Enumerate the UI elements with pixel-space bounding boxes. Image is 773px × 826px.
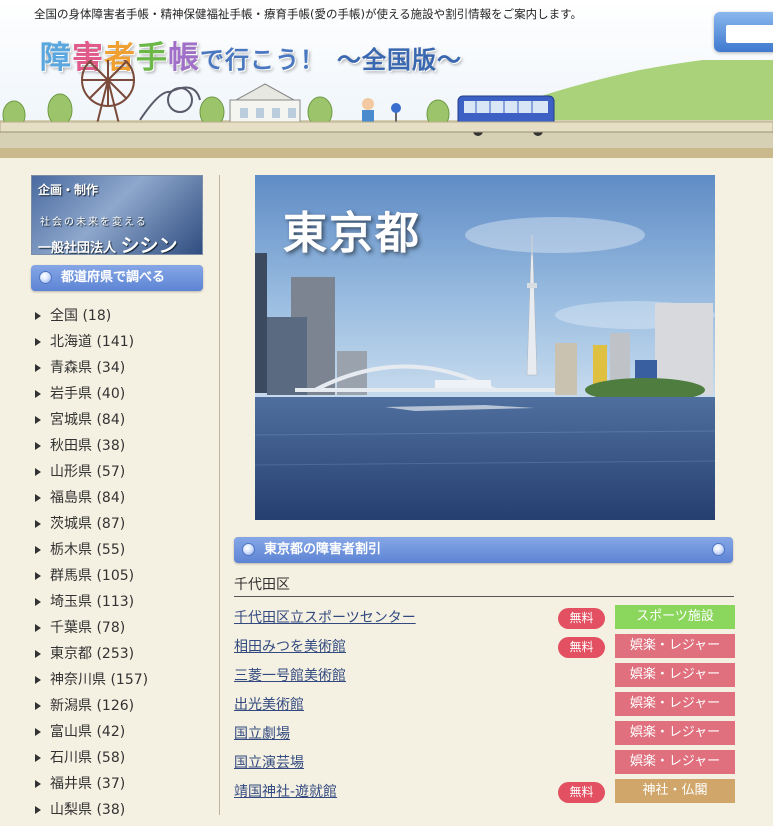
prefecture-header-label: 都道府県で調べる: [61, 270, 166, 285]
facility-row: 国立劇場 娯楽・レジャー: [234, 721, 735, 750]
discount-section-header: 東京都の障害者割引: [234, 537, 733, 563]
free-badge: 無料: [558, 608, 605, 629]
prefecture-link[interactable]: 神奈川県 (157): [31, 670, 203, 696]
prefecture-link[interactable]: 北海道 (141): [31, 332, 203, 358]
facility-link[interactable]: 靖国神社-遊就館: [234, 781, 337, 801]
column-divider: [219, 175, 220, 815]
category-tag[interactable]: スポーツ施設: [615, 605, 735, 629]
facility-row: 三菱一号館美術館 娯楽・レジャー: [234, 663, 735, 692]
prefecture-link[interactable]: 群馬県 (105): [31, 566, 203, 592]
prefecture-link[interactable]: 栃木県 (55): [31, 540, 203, 566]
hero-image: 東京都: [255, 175, 715, 520]
category-tag[interactable]: 娯楽・レジャー: [615, 750, 735, 774]
category-tag[interactable]: 娯楽・レジャー: [615, 692, 735, 716]
organization-banner[interactable]: 企画・制作 社会の未来を変える 一般社団法人 シシン: [31, 175, 203, 255]
banner-org-type: 一般社団法人: [38, 241, 117, 255]
facility-link[interactable]: 出光美術館: [234, 694, 304, 714]
category-tag[interactable]: 娯楽・レジャー: [615, 634, 735, 658]
prefecture-list: 全国 (18) 北海道 (141) 青森県 (34) 岩手県 (40) 宮城県 …: [31, 306, 203, 826]
category-tag[interactable]: 娯楽・レジャー: [615, 663, 735, 687]
category-tag[interactable]: 娯楽・レジャー: [615, 721, 735, 745]
prefecture-link[interactable]: 全国 (18): [31, 306, 203, 332]
ferris-wheel-icon: [81, 60, 135, 129]
site-header: 全国の身体障害者手帳・精神保健福祉手帳・療育手帳(愛の手帳)が使える施設や割引情…: [0, 0, 773, 158]
bullet-icon: [712, 543, 725, 556]
hero-title: 東京都: [283, 208, 421, 259]
roller-coaster-icon: [139, 86, 201, 121]
search-input[interactable]: [726, 25, 773, 43]
prefecture-section-header: 都道府県で調べる: [31, 265, 203, 291]
bullet-icon: [39, 271, 52, 284]
prefecture-link[interactable]: 石川県 (58): [31, 748, 203, 774]
prefecture-link[interactable]: 東京都 (253): [31, 644, 203, 670]
prefecture-link[interactable]: 千葉県 (78): [31, 618, 203, 644]
prefecture-link[interactable]: 宮城県 (84): [31, 410, 203, 436]
facility-link[interactable]: 相田みつを美術館: [234, 636, 346, 656]
search-box[interactable]: [714, 12, 773, 52]
facility-row: 千代田区立スポーツセンター 無料 スポーツ施設: [234, 605, 735, 634]
banner-line3: 一般社団法人 シシン: [38, 231, 178, 255]
facility-link[interactable]: 三菱一号館美術館: [234, 665, 346, 685]
main-content: 東京都 東京都の障害者割引 千代田区 千代田区立スポーツセンター 無料 スポーツ施設…: [234, 175, 736, 808]
facility-row: 靖国神社-遊就館 無料 神社・仏閣: [234, 779, 735, 808]
prefecture-link[interactable]: 新潟県 (126): [31, 696, 203, 722]
prefecture-link[interactable]: 岩手県 (40): [31, 384, 203, 410]
facility-row: 出光美術館 娯楽・レジャー: [234, 692, 735, 721]
prefecture-link[interactable]: 埼玉県 (113): [31, 592, 203, 618]
prefecture-link[interactable]: 山梨県 (38): [31, 800, 203, 826]
prefecture-link[interactable]: 福井県 (37): [31, 774, 203, 800]
prefecture-link[interactable]: 福島県 (84): [31, 488, 203, 514]
header-illustration: [0, 60, 773, 158]
prefecture-link[interactable]: 青森県 (34): [31, 358, 203, 384]
banner-org-name: シシン: [120, 235, 178, 255]
facility-list: 千代田区立スポーツセンター 無料 スポーツ施設 相田みつを美術館 無料 娯楽・レジャー 三菱…: [234, 605, 735, 808]
banner-line2: 社会の未来を変える: [40, 217, 148, 228]
facility-row: 相田みつを美術館 無料 娯楽・レジャー: [234, 634, 735, 663]
sidebar: 企画・制作 社会の未来を変える 一般社団法人 シシン 都道府県で調べる 全国 (…: [31, 175, 203, 826]
banner-line1: 企画・制作: [38, 183, 99, 197]
area-heading: 千代田区: [234, 574, 734, 597]
prefecture-link[interactable]: 茨城県 (87): [31, 514, 203, 540]
prefecture-link[interactable]: 山形県 (57): [31, 462, 203, 488]
prefecture-link[interactable]: 富山県 (42): [31, 722, 203, 748]
facility-link[interactable]: 国立演芸場: [234, 752, 304, 772]
discount-header-label: 東京都の障害者割引: [264, 542, 382, 557]
category-tag[interactable]: 神社・仏閣: [615, 779, 735, 803]
facility-row: 国立演芸場 娯楽・レジャー: [234, 750, 735, 779]
facility-link[interactable]: 千代田区立スポーツセンター: [234, 607, 416, 627]
free-badge: 無料: [558, 782, 605, 803]
bullet-icon: [242, 543, 255, 556]
free-badge: 無料: [558, 637, 605, 658]
fence: [0, 121, 773, 133]
site-tagline: 全国の身体障害者手帳・精神保健福祉手帳・療育手帳(愛の手帳)が使える施設や割引情…: [34, 7, 582, 21]
facility-link[interactable]: 国立劇場: [234, 723, 290, 743]
prefecture-link[interactable]: 秋田県 (38): [31, 436, 203, 462]
